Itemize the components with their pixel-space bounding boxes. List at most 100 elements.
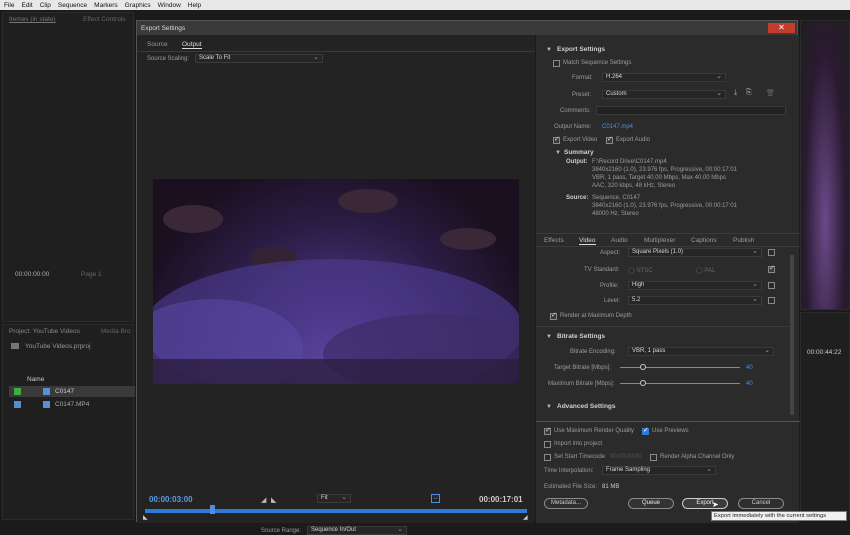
level-dropdown[interactable]: 5.2	[628, 296, 762, 305]
render-max-depth-checkbox[interactable]	[550, 311, 557, 320]
ceiling-light-shape	[338, 189, 398, 213]
output-name-link[interactable]: C0147.mp4	[602, 124, 633, 130]
menu-sequence[interactable]: Sequence	[58, 2, 87, 9]
tab-multiplexer[interactable]: Multiplexer	[644, 237, 675, 244]
max-bitrate-slider[interactable]	[620, 383, 740, 384]
comments-input[interactable]	[596, 106, 786, 115]
max-bitrate-slider-thumb[interactable]	[640, 380, 646, 386]
playhead[interactable]	[210, 505, 215, 514]
format-label: Format:	[572, 75, 593, 81]
project-tab[interactable]: Project: YouTube Videos	[9, 328, 80, 335]
mark-in-icon[interactable]: ◢	[261, 496, 266, 504]
divider	[536, 421, 800, 422]
preset-dropdown[interactable]: Custom	[602, 90, 726, 99]
export-tooltip: Export immediately with the current sett…	[711, 511, 847, 521]
scrollbar[interactable]	[790, 255, 794, 415]
import-project-checkbox[interactable]	[544, 441, 551, 448]
mark-out-icon[interactable]: ◣	[271, 496, 276, 504]
timeline-timecode: 00:00:44:22	[807, 349, 842, 356]
target-bitrate-slider-thumb[interactable]	[640, 364, 646, 370]
aspect-toggle-icon[interactable]: ⎕	[431, 494, 440, 503]
use-previews-checkbox[interactable]	[642, 426, 649, 435]
file-size-label: Estimated File Size:	[544, 484, 598, 490]
source-range-dropdown[interactable]: Sequence In/Out	[307, 526, 407, 535]
aspect-dropdown[interactable]: Square Pixels (1.0)	[628, 248, 762, 257]
program-monitor-panel	[800, 20, 850, 310]
aspect-label: Aspect:	[600, 250, 621, 256]
menu-window[interactable]: Window	[158, 2, 181, 9]
list-item[interactable]: C0147	[9, 386, 135, 397]
menu-file[interactable]: File	[4, 2, 14, 9]
dialog-title-bar: Export Settings ✕	[137, 21, 797, 35]
source-scaling-dropdown[interactable]: Scale To Fit	[195, 54, 323, 63]
menu-edit[interactable]: Edit	[21, 2, 32, 9]
export-audio-checkbox[interactable]	[606, 135, 613, 144]
collapse-icon[interactable]: ▼	[546, 47, 552, 53]
render-alpha-checkbox[interactable]	[650, 454, 657, 461]
time-interpolation-dropdown[interactable]: Frame Sampling	[602, 466, 716, 475]
menu-help[interactable]: Help	[188, 2, 201, 9]
tab-captions[interactable]: Captions	[691, 237, 717, 244]
summary-source-line: 48000 Hz, Stereo	[592, 211, 639, 217]
tab-source[interactable]: Source	[147, 41, 168, 48]
close-button[interactable]: ✕	[768, 23, 795, 33]
menu-bar: File Edit Clip Sequence Markers Graphics…	[0, 0, 850, 10]
collapse-icon[interactable]: ▼	[555, 150, 561, 156]
bg-left-tab-1[interactable]: Itemes (in state)	[9, 16, 56, 23]
use-max-render-label: Use Maximum Render Quality	[554, 428, 635, 434]
menu-clip[interactable]: Clip	[40, 2, 51, 9]
name-column-header[interactable]: Name	[27, 376, 44, 383]
ntsc-label: NTSC	[636, 268, 653, 274]
timeline-range-bar[interactable]	[145, 509, 527, 513]
collapse-icon[interactable]: ▼	[546, 404, 552, 410]
list-item[interactable]: C0147.MP4	[9, 399, 135, 410]
level-checkbox[interactable]	[768, 297, 775, 304]
media-browser-tab[interactable]: Media Bro	[101, 328, 131, 335]
cancel-button[interactable]: Cancel	[738, 498, 784, 509]
bg-page[interactable]: Page 1	[81, 271, 102, 278]
range-end-handle[interactable]: ◢	[523, 514, 528, 521]
dialog-title: Export Settings	[141, 24, 186, 32]
set-start-timecode-checkbox[interactable]	[544, 454, 551, 461]
format-dropdown[interactable]: H.264	[602, 73, 726, 82]
menu-markers[interactable]: Markers	[94, 2, 117, 9]
folder-icon	[11, 343, 19, 349]
tab-output[interactable]: Output	[182, 41, 202, 49]
delete-preset-icon[interactable]: 🗑	[766, 89, 775, 97]
target-bitrate-value[interactable]: 40	[746, 365, 753, 371]
timecode-in[interactable]: 00:00:03:00	[149, 495, 193, 504]
queue-button[interactable]: Queue	[628, 498, 674, 509]
clip-icon	[43, 401, 50, 408]
zoom-dropdown[interactable]: Fit	[317, 494, 351, 503]
bg-left-tab-2[interactable]: Effect Controls	[83, 16, 126, 23]
crowd-foreground	[153, 359, 519, 384]
comments-label: Comments:	[560, 108, 591, 114]
pal-radio[interactable]: ◯ PAL	[696, 267, 715, 274]
aspect-checkbox[interactable]	[768, 249, 775, 256]
tab-publish[interactable]: Publish	[733, 237, 754, 244]
import-preset-icon[interactable]: ⎘	[746, 89, 752, 97]
profile-checkbox[interactable]	[768, 282, 775, 289]
tv-standard-checkbox[interactable]	[768, 264, 775, 273]
max-bitrate-label: Maximum Bitrate [Mbps]:	[548, 381, 615, 387]
bitrate-encoding-dropdown[interactable]: VBR, 1 pass	[628, 347, 774, 356]
menu-graphics[interactable]: Graphics	[125, 2, 151, 9]
tab-video[interactable]: Video	[579, 237, 596, 245]
export-button[interactable]: Export	[682, 498, 728, 509]
tab-audio[interactable]: Audio	[611, 237, 628, 244]
max-bitrate-value[interactable]: 40	[746, 381, 753, 387]
summary-source-line: 3840x2160 (1.0), 23.976 fps, Progressive…	[592, 203, 738, 209]
use-max-render-checkbox[interactable]	[544, 426, 551, 435]
metadata-button[interactable]: Metadata...	[544, 498, 588, 509]
tab-effects[interactable]: Effects	[544, 237, 564, 244]
match-sequence-checkbox[interactable]	[553, 60, 560, 67]
target-bitrate-slider[interactable]	[620, 367, 740, 368]
save-preset-icon[interactable]: ⤓	[734, 89, 737, 97]
start-timecode-value[interactable]: 00;00;00;00	[610, 454, 642, 460]
export-video-checkbox[interactable]	[553, 135, 560, 144]
ntsc-radio[interactable]: ◯ NTSC	[628, 267, 653, 274]
label-color-swatch	[14, 388, 21, 395]
profile-dropdown[interactable]: High	[628, 281, 762, 290]
collapse-icon[interactable]: ▼	[546, 334, 552, 340]
range-start-handle[interactable]: ◣	[143, 514, 148, 521]
